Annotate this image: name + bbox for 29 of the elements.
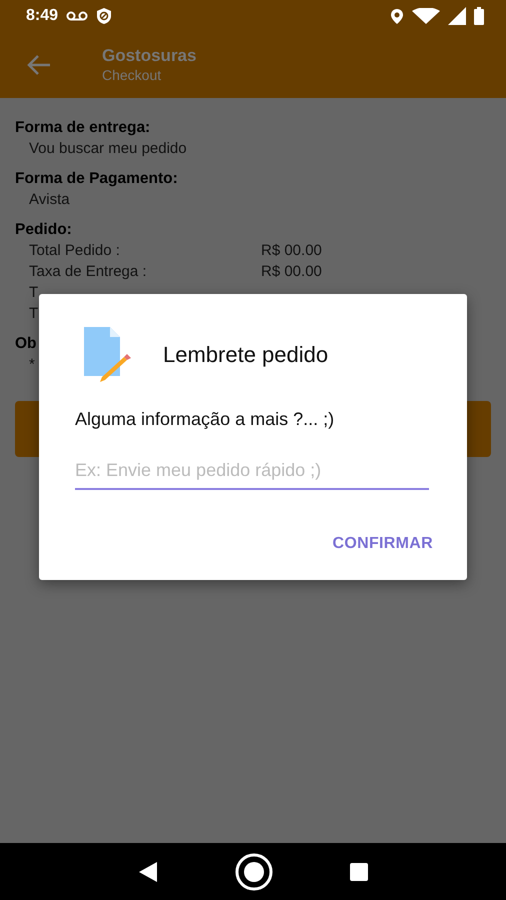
battery-icon xyxy=(474,7,484,25)
section-heading: Ob xyxy=(15,334,38,354)
app-subtitle: Checkout xyxy=(102,66,162,84)
order-label: Taxa de Entrega : xyxy=(29,262,148,282)
back-icon[interactable] xyxy=(137,860,160,882)
dialog-message: Alguma informação a mais ?... ;) xyxy=(75,408,336,431)
confirm-button[interactable]: CONFIRMAR xyxy=(332,528,433,560)
wifi-icon xyxy=(412,8,440,24)
dialog-title: Lembrete pedido xyxy=(163,340,328,369)
order-amount: R$ 00.00 xyxy=(261,241,322,261)
home-icon[interactable] xyxy=(234,852,274,892)
signal-icon xyxy=(448,7,466,25)
order-label: T xyxy=(29,304,40,324)
section-value: Vou buscar meu pedido xyxy=(29,139,187,159)
voicemail-icon xyxy=(66,11,88,21)
order-label: Total Pedido : xyxy=(29,241,121,261)
section-value: Avista xyxy=(29,190,70,210)
section-heading: Pedido: xyxy=(15,220,73,240)
section-value: * xyxy=(29,355,35,375)
section-heading: Forma de entrega: xyxy=(15,118,152,138)
clock-time: 8:49 xyxy=(26,6,58,26)
text-input[interactable]: Ex: Envie meu pedido rápido ;) xyxy=(75,453,429,490)
shield-icon xyxy=(96,7,112,25)
location-icon xyxy=(390,8,404,24)
recents-icon[interactable] xyxy=(348,862,369,882)
order-label: T xyxy=(29,283,40,303)
app-title: Gostosuras xyxy=(102,46,196,66)
order-amount: R$ 00.00 xyxy=(261,262,322,282)
section-heading: Forma de Pagamento: xyxy=(15,169,179,189)
